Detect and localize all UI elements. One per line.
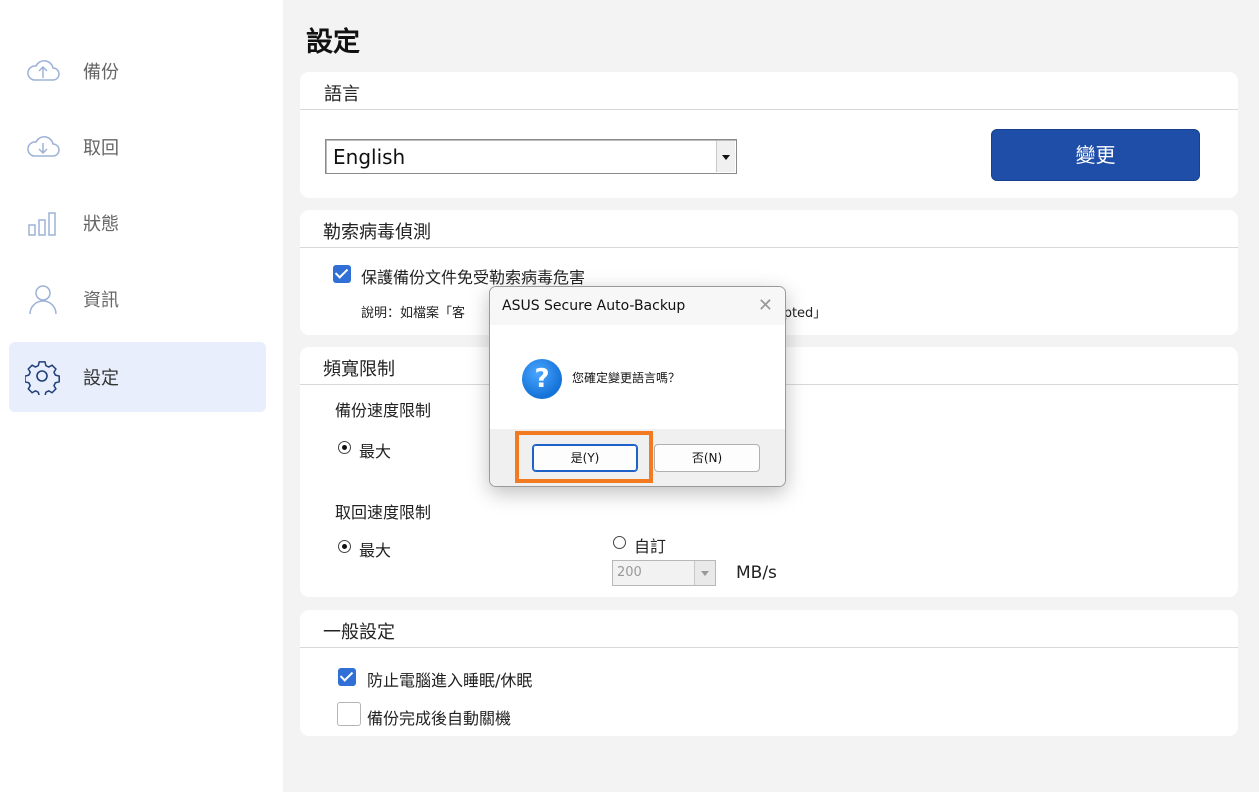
card-header: 語言 xyxy=(300,72,1238,110)
auto-shutdown-checkbox[interactable] xyxy=(337,702,361,726)
cloud-download-icon xyxy=(27,136,60,157)
sidebar-item-info[interactable]: 資訊 xyxy=(9,264,266,334)
sidebar-item-restore[interactable]: 取回 xyxy=(9,112,266,182)
protect-checkbox[interactable] xyxy=(333,265,351,283)
sidebar-item-settings[interactable]: 設定 xyxy=(9,342,266,412)
language-select-value: English xyxy=(333,145,406,169)
chevron-down-icon[interactable] xyxy=(716,141,735,172)
restore-custom-label: 自訂 xyxy=(634,537,667,556)
language-card: 語言 English 變更 xyxy=(300,72,1238,198)
no-button[interactable]: 否(N) xyxy=(654,444,760,472)
dialog-body: ? 您確定變更語言嗎？ xyxy=(490,325,785,429)
close-icon[interactable]: ✕ xyxy=(758,295,773,316)
user-icon xyxy=(29,285,57,315)
highlight-box xyxy=(515,431,653,483)
card-header: 勒索病毒偵測 xyxy=(300,210,1238,248)
restore-speed-label: 取回速度限制 xyxy=(335,503,432,522)
dialog-title: ASUS Secure Auto-Backup xyxy=(502,298,686,314)
prevent-sleep-checkbox[interactable] xyxy=(338,668,356,686)
chevron-down-icon[interactable] xyxy=(694,561,715,585)
dialog-titlebar[interactable]: ASUS Secure Auto-Backup ✕ xyxy=(490,287,785,325)
section-title: 頻寬限制 xyxy=(323,359,395,380)
cloud-upload-icon xyxy=(27,60,60,81)
section-title: 勒索病毒偵測 xyxy=(323,222,431,243)
bar-chart-icon xyxy=(28,212,56,236)
sidebar: 備份 取回 狀態 資訊 設定 xyxy=(0,0,283,792)
change-language-button[interactable]: 變更 xyxy=(991,129,1200,181)
backup-speed-label: 備份速度限制 xyxy=(335,401,432,420)
sidebar-item-label: 資訊 xyxy=(83,290,119,311)
auto-shutdown-label: 備份完成後自動關機 xyxy=(367,709,512,728)
general-card: 一般設定 防止電腦進入睡眠/休眠 備份完成後自動關機 xyxy=(300,610,1238,736)
ransomware-note: 說明：如檔案「客 xyxy=(361,306,466,321)
sidebar-item-label: 備份 xyxy=(83,62,119,83)
sidebar-item-label: 取回 xyxy=(83,138,119,159)
section-title: 語言 xyxy=(324,84,360,105)
sidebar-item-label: 設定 xyxy=(83,368,119,389)
restore-custom-radio[interactable] xyxy=(613,536,626,549)
sidebar-item-status[interactable]: 狀態 xyxy=(9,188,266,258)
sidebar-item-backup[interactable]: 備份 xyxy=(9,36,266,106)
backup-max-label: 最大 xyxy=(359,442,392,461)
restore-max-radio[interactable] xyxy=(338,540,351,553)
card-header: 一般設定 xyxy=(300,610,1238,648)
question-icon: ? xyxy=(522,359,562,399)
gear-icon xyxy=(25,361,60,395)
prevent-sleep-label: 防止電腦進入睡眠/休眠 xyxy=(367,671,533,690)
section-title: 一般設定 xyxy=(323,622,395,643)
sidebar-item-label: 狀態 xyxy=(83,214,119,235)
backup-max-radio[interactable] xyxy=(338,441,351,454)
unit-label: MB/s xyxy=(736,563,777,583)
restore-speed-value: 200 xyxy=(617,565,642,580)
restore-speed-input[interactable]: 200 xyxy=(612,560,716,586)
page-title: 設定 xyxy=(306,27,360,58)
restore-max-label: 最大 xyxy=(359,541,392,560)
protect-label: 保護備份文件免受勒索病毒危害 xyxy=(361,268,586,287)
language-select[interactable]: English xyxy=(325,139,737,174)
dialog-message: 您確定變更語言嗎？ xyxy=(572,371,681,385)
